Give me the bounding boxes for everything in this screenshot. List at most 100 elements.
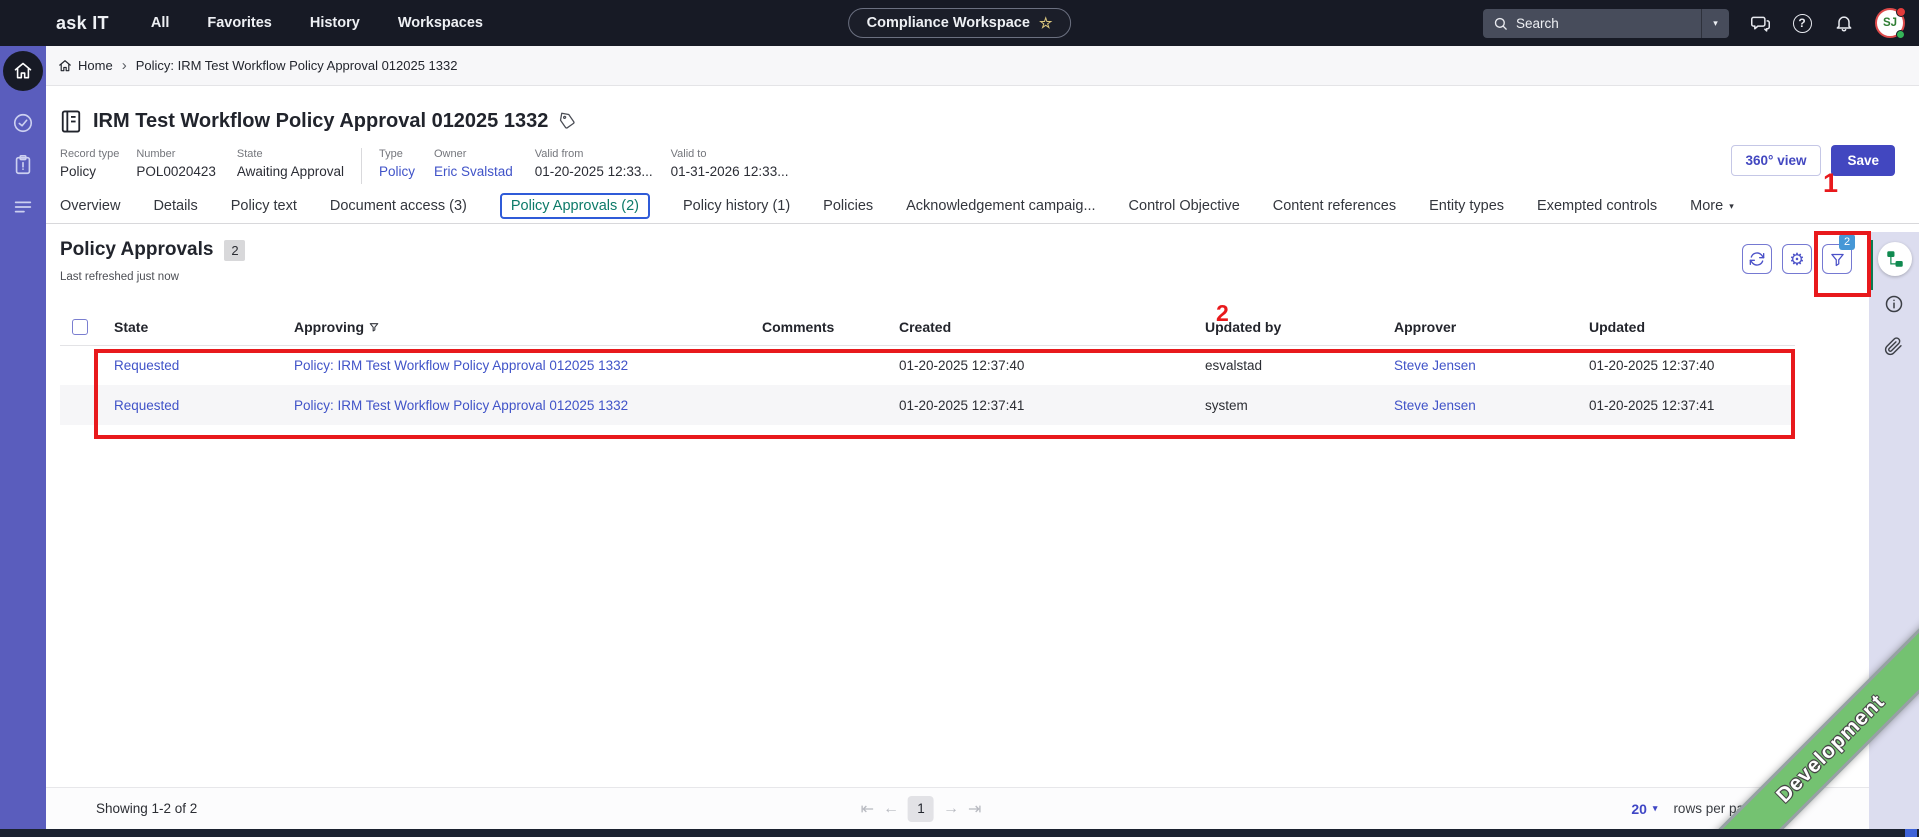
view-360-button[interactable]: 360° view — [1730, 145, 1822, 176]
chevron-right-icon: › — [121, 57, 127, 74]
breadcrumb: Home › Policy: IRM Test Workflow Policy … — [46, 46, 1919, 86]
next-page-button[interactable]: → — [943, 800, 959, 818]
app-logo[interactable]: ask IT — [56, 13, 109, 34]
nav-item-history[interactable]: History — [310, 15, 360, 31]
user-avatar[interactable]: SJ — [1875, 7, 1906, 39]
tab-policy-text[interactable]: Policy text — [231, 198, 297, 214]
notification-badge-dot — [1896, 7, 1906, 17]
clipboard-alert-icon — [15, 155, 31, 175]
save-button[interactable]: Save — [1831, 145, 1895, 176]
left-sidebar — [0, 46, 46, 829]
tab-document-access[interactable]: Document access (3) — [330, 198, 467, 214]
tab-policy-approvals[interactable]: Policy Approvals (2) — [499, 193, 650, 219]
help-icon[interactable]: ? — [1791, 12, 1813, 34]
search-scope-dropdown[interactable]: ▾ — [1701, 8, 1729, 38]
column-header-state[interactable]: State — [106, 309, 286, 346]
notifications-bell-icon[interactable] — [1833, 12, 1855, 34]
chevron-down-icon: ▾ — [1713, 17, 1718, 28]
record-header: IRM Test Workflow Policy Approval 012025… — [46, 86, 1919, 184]
top-header-bar: ask IT All Favorites History Workspaces … — [0, 0, 1919, 46]
right-side-panel-rail — [1869, 232, 1919, 829]
tab-more-menu[interactable]: More ▾ — [1690, 198, 1734, 214]
refresh-icon — [1749, 252, 1765, 266]
column-header-updated[interactable]: Updated — [1581, 309, 1795, 346]
hierarchy-tree-icon — [1887, 251, 1903, 267]
chevron-down-icon: ▾ — [1652, 803, 1658, 813]
field-owner: Owner Eric Svalstad — [433, 148, 513, 179]
gear-icon: ⚙ — [1789, 249, 1805, 269]
app-window: ask IT All Favorites History Workspaces … — [0, 0, 1919, 837]
sidebar-item-tasks[interactable] — [12, 112, 34, 134]
page-title: IRM Test Workflow Policy Approval 012025… — [93, 109, 549, 132]
list-footer: Showing 1-2 of 2 ⇤ ← 1 → ⇥ 20 ▾ rows per… — [46, 787, 1869, 829]
workspace-pill[interactable]: Compliance Workspace ☆ — [847, 8, 1072, 38]
info-icon[interactable] — [1884, 294, 1904, 314]
prev-page-button[interactable]: ← — [883, 800, 899, 818]
column-header-comments[interactable]: Comments — [754, 309, 891, 346]
list-icon — [14, 201, 32, 213]
tab-control-objective[interactable]: Control Objective — [1129, 198, 1240, 214]
sidebar-item-issues[interactable] — [12, 154, 34, 176]
last-refreshed-text: Last refreshed just now — [60, 271, 179, 283]
tag-icon[interactable] — [558, 111, 578, 131]
avatar-initials: SJ — [1882, 17, 1898, 29]
list-settings-button[interactable]: ⚙ — [1782, 244, 1812, 274]
list-title-block: Policy Approvals 2 Last refreshed just n… — [60, 238, 246, 283]
check-circle-icon — [13, 113, 33, 133]
tab-content-references[interactable]: Content references — [1273, 198, 1396, 214]
column-header-approving[interactable]: Approving — [286, 309, 754, 346]
breadcrumb-current: Policy: IRM Test Workflow Policy Approva… — [135, 58, 458, 73]
topbar-right-group: Search ▾ ? SJ — [1483, 7, 1906, 39]
chat-icon[interactable] — [1749, 12, 1771, 34]
breadcrumb-home-link[interactable]: Home — [58, 58, 113, 73]
list-title: Policy Approvals — [60, 239, 214, 260]
chevron-down-icon: ▾ — [1729, 200, 1734, 211]
nav-item-all[interactable]: All — [151, 15, 170, 31]
field-state: State Awaiting Approval — [236, 148, 344, 179]
tab-overview[interactable]: Overview — [60, 198, 120, 214]
presence-status-dot — [1896, 30, 1905, 39]
nav-item-favorites[interactable]: Favorites — [207, 15, 271, 31]
field-record-type: Record type Policy — [60, 148, 120, 179]
owner-link[interactable]: Eric Svalstad — [434, 164, 513, 179]
nav-item-workspaces[interactable]: Workspaces — [398, 15, 483, 31]
tab-acknowledgement-campaigns[interactable]: Acknowledgement campaig... — [906, 198, 1095, 214]
page-size-dropdown[interactable]: 20 ▾ — [1631, 801, 1657, 817]
tab-policy-history[interactable]: Policy history (1) — [683, 198, 790, 214]
sidebar-item-home[interactable] — [3, 51, 43, 91]
table-header-row: State Approving Comments Created Updated… — [60, 309, 1795, 346]
tab-entity-types[interactable]: Entity types — [1429, 198, 1504, 214]
last-page-button[interactable]: ⇥ — [968, 799, 981, 819]
bottom-edge-accent — [1905, 829, 1917, 837]
last-page-icon: ⇥ — [968, 800, 982, 818]
refresh-button[interactable] — [1742, 244, 1772, 274]
field-type: Type Policy — [378, 148, 415, 179]
search-icon — [1494, 17, 1507, 30]
record-actions: 360° view Save — [1730, 145, 1895, 176]
first-page-button[interactable]: ⇤ — [861, 799, 874, 819]
record-meta: Record type Policy Number POL0020423 Sta… — [60, 148, 1919, 184]
annotation-step-2: 2 — [1216, 300, 1229, 326]
record-count-badge: 2 — [224, 239, 246, 261]
tab-policies[interactable]: Policies — [823, 198, 873, 214]
search-input[interactable]: Search — [1483, 9, 1701, 38]
column-header-created[interactable]: Created — [891, 309, 1197, 346]
attachments-paperclip-icon[interactable] — [1884, 336, 1904, 356]
star-icon[interactable]: ☆ — [1039, 14, 1052, 32]
column-filter-icon — [369, 322, 379, 332]
annotation-box-filter-button — [1814, 231, 1871, 297]
select-all-checkbox[interactable] — [72, 318, 88, 335]
prev-page-icon: ← — [883, 799, 900, 817]
home-icon — [14, 62, 32, 79]
workspace-pill-label: Compliance Workspace — [866, 15, 1030, 31]
tab-exempted-controls[interactable]: Exempted controls — [1537, 198, 1657, 214]
global-search[interactable]: Search ▾ — [1483, 8, 1729, 38]
column-header-approver[interactable]: Approver — [1386, 309, 1581, 346]
tab-details[interactable]: Details — [153, 198, 197, 214]
search-placeholder: Search — [1516, 15, 1559, 31]
related-items-panel-button[interactable] — [1878, 242, 1912, 276]
annotation-box-table-rows — [94, 349, 1795, 439]
current-page[interactable]: 1 — [908, 795, 935, 822]
type-link[interactable]: Policy — [379, 164, 415, 179]
sidebar-item-lists[interactable] — [12, 196, 34, 218]
